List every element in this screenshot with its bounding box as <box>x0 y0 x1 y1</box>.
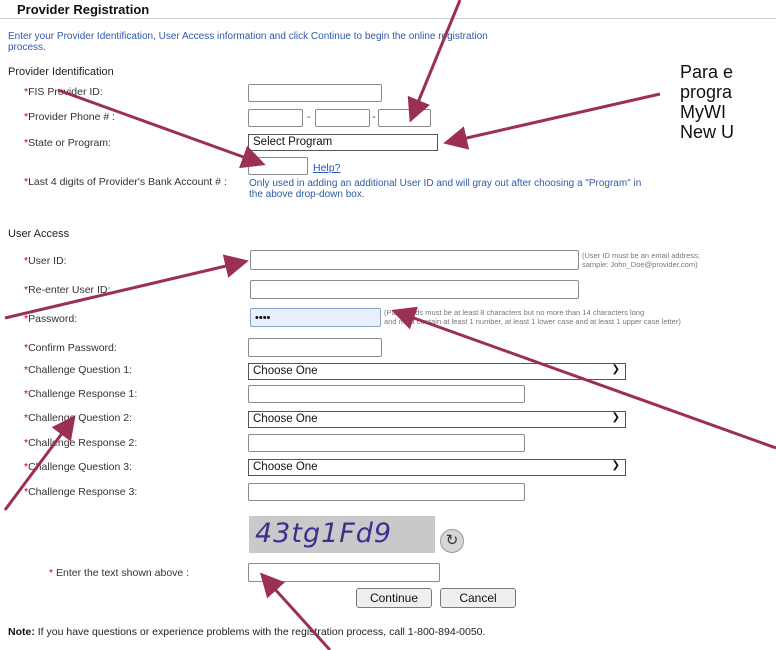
arrow-phone <box>407 0 462 123</box>
arrow-state-program <box>443 92 661 150</box>
arrow-password <box>391 306 776 450</box>
arrow-challenge-response <box>3 415 76 511</box>
annotation-arrows <box>3 0 776 650</box>
arrow-bank-account <box>57 88 266 169</box>
arrow-captcha-input <box>259 572 332 650</box>
arrow-user-id <box>4 254 249 320</box>
